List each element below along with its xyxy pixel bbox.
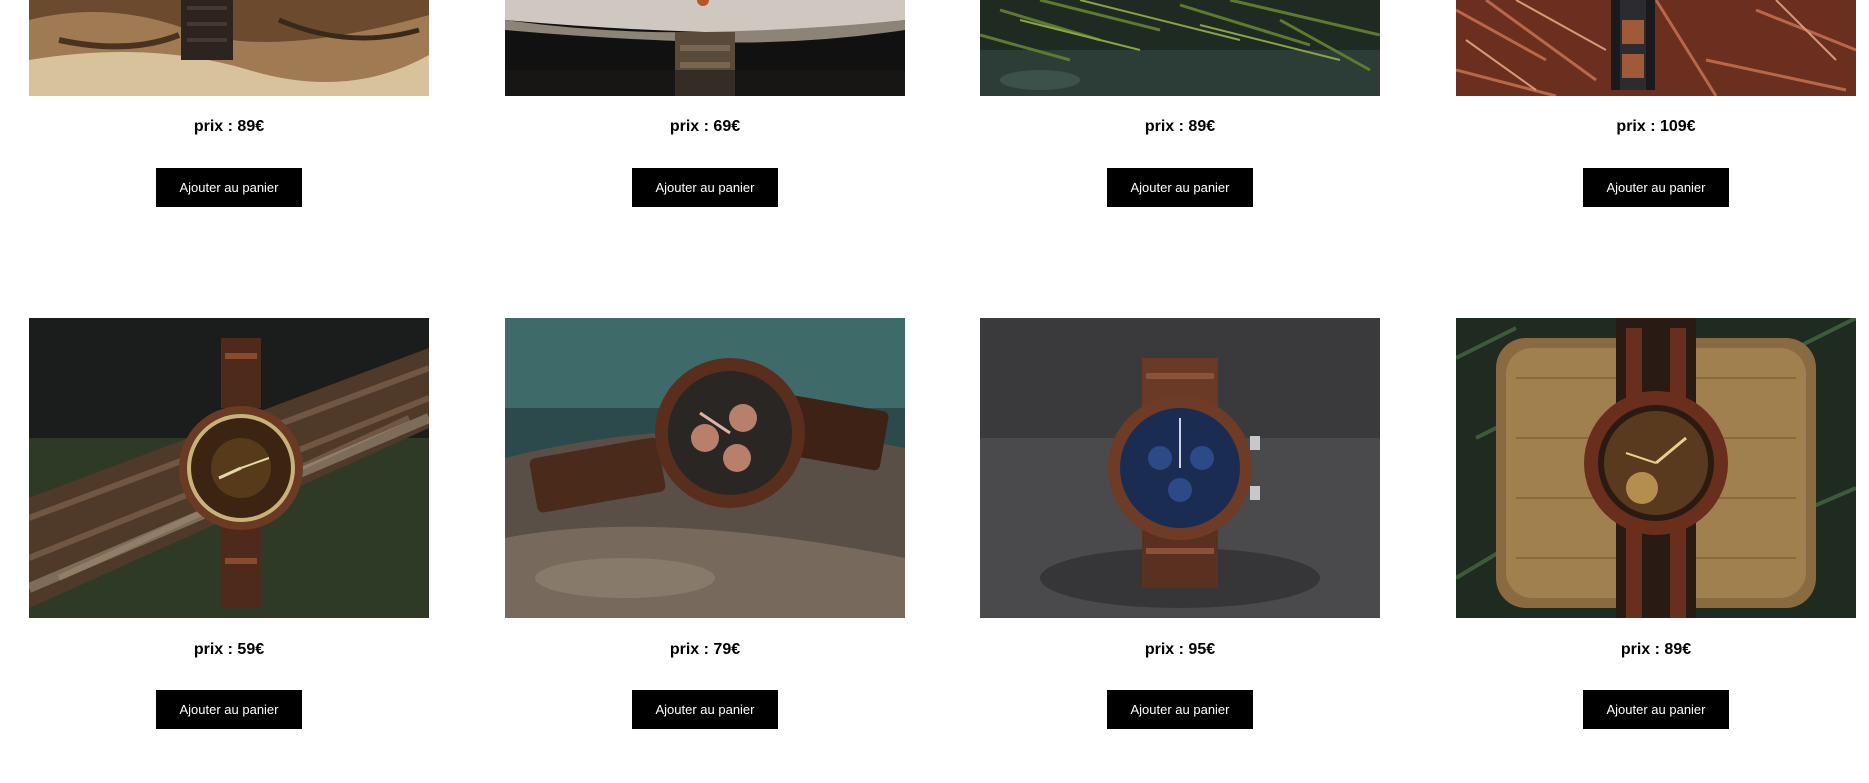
product-price: prix : 79€ [669,641,741,658]
product-price: prix : 89€ [1144,118,1216,135]
product-image[interactable] [29,0,429,96]
product-image[interactable] [980,318,1380,618]
add-to-cart-button[interactable]: Ajouter au panier [632,690,778,729]
product-image[interactable] [1456,0,1856,96]
product-image[interactable] [1456,318,1856,618]
product-price: prix : 95€ [1144,641,1216,658]
product-price: prix : 89€ [1620,641,1692,658]
add-to-cart-button[interactable]: Ajouter au panier [1583,690,1729,729]
add-to-cart-button[interactable]: Ajouter au panier [156,690,302,729]
add-to-cart-button[interactable]: Ajouter au panier [1583,168,1729,207]
product-image[interactable] [980,0,1380,96]
product-image[interactable] [505,0,905,96]
product-price: prix : 89€ [193,118,265,135]
product-price: prix : 69€ [669,118,741,135]
product-price: prix : 109€ [1616,118,1696,135]
product-image[interactable] [29,318,429,618]
product-image[interactable] [505,318,905,618]
product-price: prix : 59€ [193,641,265,658]
add-to-cart-button[interactable]: Ajouter au panier [156,168,302,207]
add-to-cart-button[interactable]: Ajouter au panier [632,168,778,207]
add-to-cart-button[interactable]: Ajouter au panier [1107,168,1253,207]
add-to-cart-button[interactable]: Ajouter au panier [1107,690,1253,729]
